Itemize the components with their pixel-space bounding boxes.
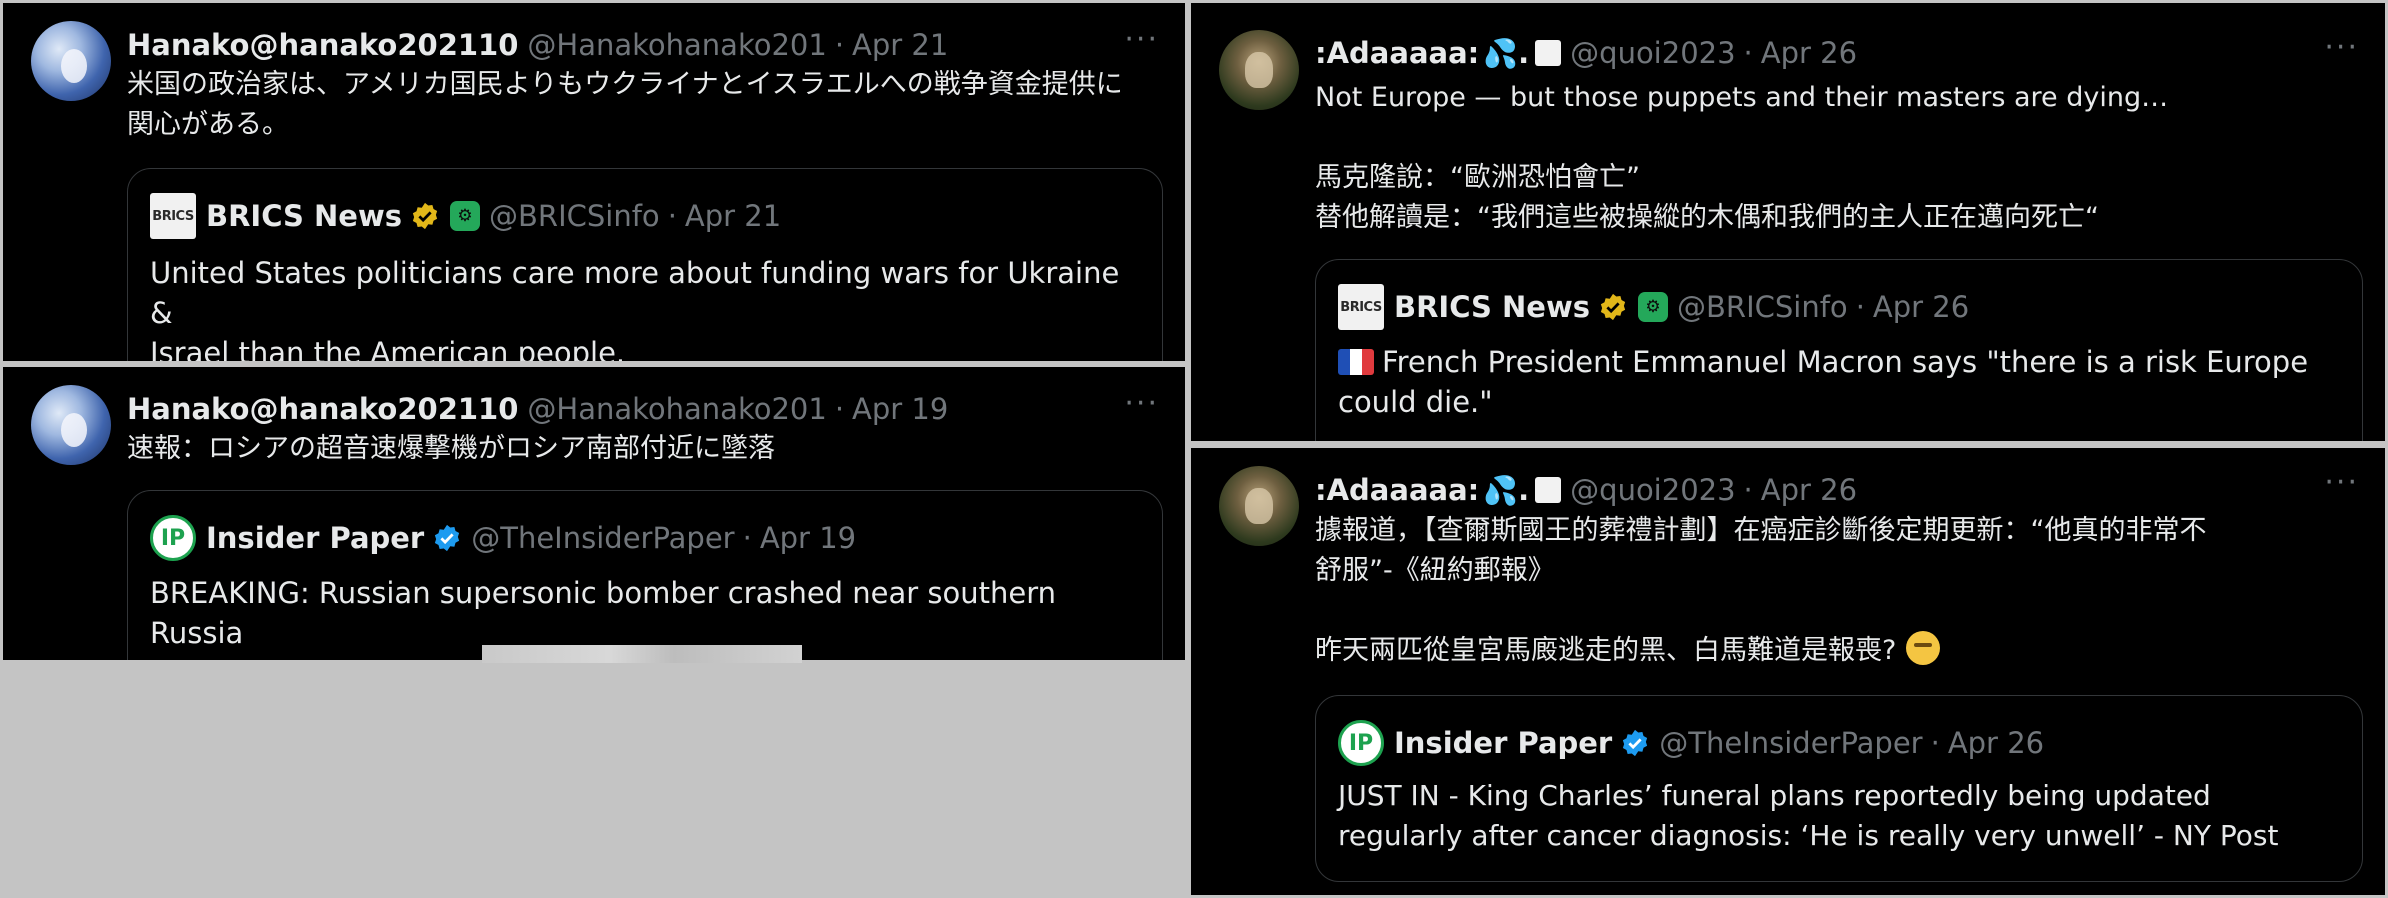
quoted-tweet-header: IP Insider Paper @TheInsiderPaper · Apr …	[150, 515, 1146, 561]
tweet-card[interactable]: Hanako@hanako202110 @Hanakohanako201 · A…	[3, 3, 1185, 361]
separator-dot: ·	[1855, 290, 1865, 324]
tweet-text-wrapper: 據報道，【查爾斯國王的葬禮計劃】在癌症診斷後定期更新：“他真的非常不 舒服”-《…	[1315, 511, 2355, 671]
separator-dot: ·	[834, 392, 845, 426]
brics-logo-icon: BRICS	[1338, 284, 1384, 330]
separator-dot: ·	[667, 199, 677, 233]
author-handle[interactable]: @Hanakohanako201	[527, 392, 826, 426]
insider-paper-logo-icon: IP	[1338, 720, 1384, 766]
insider-paper-logo-icon: IP	[150, 515, 196, 561]
more-options-icon[interactable]: ···	[1124, 25, 1159, 55]
quoted-tweet-header: BRICS BRICS News ⚙ @BRICSinfo · Apr 26	[1338, 284, 2346, 330]
tweet-header: :Adaaaaa: 💦 . @quoi2023 · Apr 26	[1315, 470, 2365, 510]
separator-dot: ·	[834, 28, 845, 62]
separator-dot: ·	[1743, 36, 1753, 70]
quoted-tweet-text: French President Emmanuel Macron says "t…	[1338, 345, 2309, 419]
quoted-tweet[interactable]: BRICS BRICS News ⚙ @BRICSinfo · Apr 21 U…	[127, 168, 1163, 361]
tweet-text: 米国の政治家は、アメリカ国民よりもウクライナとイスラエルへの戦争資金提供に 関心…	[127, 69, 1123, 140]
quoted-author-name[interactable]: BRICS News	[206, 199, 402, 233]
avatar[interactable]	[1219, 30, 1299, 110]
avatar[interactable]	[31, 21, 111, 101]
automated-account-icon: ⚙	[1638, 292, 1669, 322]
quoted-tweet-text: JUST IN - King Charles’ funeral plans re…	[1338, 779, 2279, 852]
post-date[interactable]: Apr 21	[852, 28, 948, 62]
tweet-text: 速報：ロシアの超音速爆撃機がロシア南部付近に墜落	[127, 433, 775, 464]
sweat-droplets-icon: 💦	[1483, 36, 1519, 70]
quoted-tweet[interactable]: BRICS BRICS News ⚙ @BRICSinfo · Apr 26 F…	[1315, 259, 2363, 441]
quoted-author-name[interactable]: BRICS News	[1394, 290, 1590, 324]
tweet-card[interactable]: :Adaaaaa: 💦 . @quoi2023 · Apr 26 ··· Not…	[1191, 3, 2385, 441]
author-name[interactable]: :Adaaaaa:	[1315, 36, 1479, 70]
sweat-droplets-icon: 💦	[1483, 473, 1519, 507]
more-options-icon[interactable]: ···	[2324, 468, 2359, 498]
avatar[interactable]	[1219, 466, 1299, 546]
tweet-text: Not Europe — but those puppets and their…	[1315, 82, 2169, 233]
quoted-post-date[interactable]: Apr 26	[1873, 290, 1969, 324]
quoted-tweet-text: United States politicians care more abou…	[150, 256, 1120, 361]
author-name[interactable]: Hanako@hanako202110	[127, 392, 518, 426]
quoted-author-handle[interactable]: @TheInsiderPaper	[471, 521, 734, 555]
more-options-icon[interactable]: ···	[2324, 33, 2359, 63]
blue-verified-badge-icon	[432, 523, 462, 553]
author-name[interactable]: :Adaaaaa:	[1315, 473, 1479, 507]
quoted-tweet-header: BRICS BRICS News ⚙ @BRICSinfo · Apr 21	[150, 193, 1146, 239]
france-flag-icon	[1338, 349, 1374, 375]
quoted-tweet[interactable]: IP Insider Paper @TheInsiderPaper · Apr …	[127, 490, 1163, 660]
blue-verified-badge-icon	[1620, 728, 1650, 758]
separator-dot: ·	[1743, 473, 1753, 507]
separator-dot: ·	[742, 521, 752, 555]
white-square-icon	[1535, 477, 1562, 503]
quoted-tweet[interactable]: IP Insider Paper @TheInsiderPaper · Apr …	[1315, 695, 2363, 882]
quoted-post-date[interactable]: Apr 21	[685, 199, 781, 233]
quoted-post-date[interactable]: Apr 26	[1948, 726, 2044, 760]
separator-dot: ·	[1930, 726, 1940, 760]
author-handle[interactable]: @Hanakohanako201	[527, 28, 826, 62]
tweet-text: 據報道，【查爾斯國王的葬禮計劃】在癌症診斷後定期更新：“他真的非常不 舒服”-《…	[1315, 515, 2207, 666]
avatar[interactable]	[31, 385, 111, 465]
media-thumbnail[interactable]	[482, 645, 802, 663]
tweet-card[interactable]: Hanako@hanako202110 @Hanakohanako201 · A…	[3, 367, 1185, 660]
quoted-author-name[interactable]: Insider Paper	[206, 521, 424, 555]
quoted-tweet-text-wrapper: French President Emmanuel Macron says "t…	[1338, 342, 2338, 422]
gold-verified-badge-icon	[410, 201, 440, 231]
post-date[interactable]: Apr 26	[1761, 473, 1857, 507]
tweet-card[interactable]: :Adaaaaa: 💦 . @quoi2023 · Apr 26 ··· 據報道…	[1191, 448, 2385, 895]
name-period: .	[1518, 473, 1530, 507]
quoted-author-handle[interactable]: @BRICSinfo	[1677, 290, 1848, 324]
quoted-author-handle[interactable]: @BRICSinfo	[489, 199, 660, 233]
tweet-header: Hanako@hanako202110 @Hanakohanako201 · A…	[127, 25, 1165, 65]
quoted-tweet-header: IP Insider Paper @TheInsiderPaper · Apr …	[1338, 720, 2346, 766]
quoted-author-name[interactable]: Insider Paper	[1394, 726, 1612, 760]
quoted-post-date[interactable]: Apr 19	[760, 521, 856, 555]
gold-verified-badge-icon	[1598, 292, 1628, 322]
brics-logo-icon: BRICS	[150, 193, 196, 239]
white-square-icon	[1535, 40, 1562, 66]
post-date[interactable]: Apr 19	[852, 392, 948, 426]
author-handle[interactable]: @quoi2023	[1570, 473, 1735, 507]
more-options-icon[interactable]: ···	[1124, 389, 1159, 419]
quoted-author-handle[interactable]: @TheInsiderPaper	[1659, 726, 1922, 760]
author-handle[interactable]: @quoi2023	[1570, 36, 1735, 70]
tweet-header: :Adaaaaa: 💦 . @quoi2023 · Apr 26	[1315, 33, 2365, 73]
post-date[interactable]: Apr 26	[1761, 36, 1857, 70]
name-period: .	[1518, 36, 1530, 70]
automated-account-icon: ⚙	[450, 201, 481, 231]
tweet-header: Hanako@hanako202110 @Hanakohanako201 · A…	[127, 389, 1165, 429]
thinking-face-icon	[1906, 631, 1941, 665]
author-name[interactable]: Hanako@hanako202110	[127, 28, 518, 62]
quoted-tweet-text: BREAKING: Russian supersonic bomber cras…	[150, 576, 1066, 650]
